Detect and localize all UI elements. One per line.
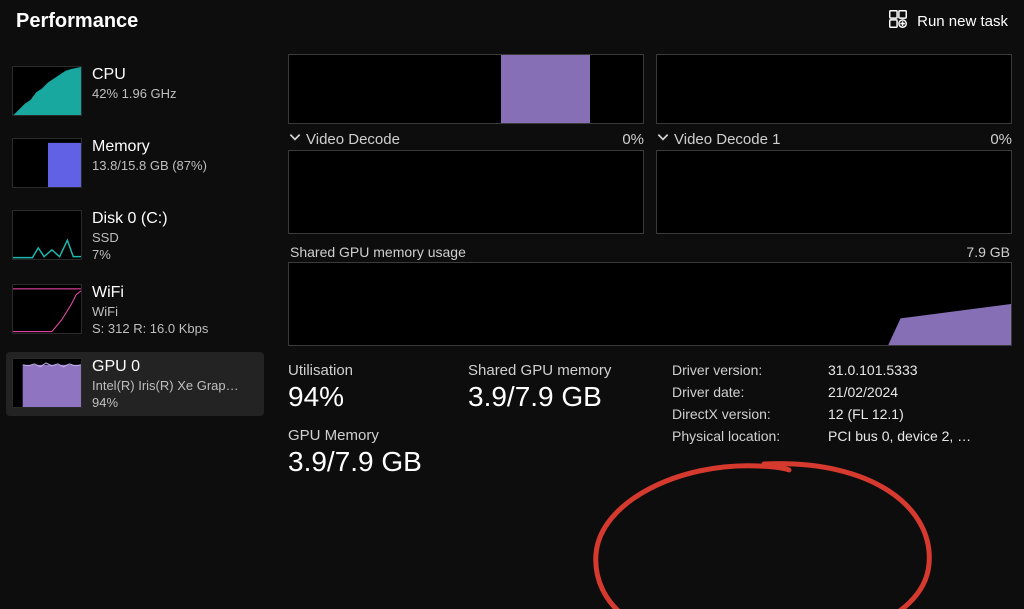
chevron-down-icon[interactable] (288, 130, 302, 148)
stat-util-label: Utilisation (288, 362, 458, 379)
chart-video-decode-graph (288, 150, 644, 234)
stat-shared-value: 3.9/7.9 GB (468, 381, 658, 413)
detail-value: 21/02/2024 (828, 384, 971, 400)
sidebar-item-sub2: 7% (92, 247, 168, 262)
disk-thumb (12, 210, 82, 260)
shared-gpu-max: 7.9 GB (966, 244, 1010, 260)
chart-pct: 0% (990, 131, 1012, 148)
detail-label: Driver date: (672, 384, 812, 400)
gpu-thumb (12, 358, 82, 408)
cpu-thumb (12, 66, 82, 116)
wifi-thumb (12, 284, 82, 334)
sidebar-item-title: WiFi (92, 284, 208, 302)
sidebar-item-title: Disk 0 (C:) (92, 210, 168, 228)
gpu-detail-panel: Video Decode 0% Video Decode 1 (270, 54, 1024, 609)
chart-pct: 0% (622, 131, 644, 148)
chart-label[interactable]: Video Decode (306, 131, 400, 148)
detail-label: Driver version: (672, 362, 812, 378)
chart-copy-graph (656, 54, 1012, 124)
gpu-details-table: Driver version: 31.0.101.5333 Driver dat… (672, 362, 971, 444)
run-new-task-button[interactable]: Run new task (887, 8, 1008, 34)
stat-gpumem-value: 3.9/7.9 GB (288, 446, 458, 478)
sidebar: CPU 42% 1.96 GHz Memory 13.8/15.8 GB (87… (0, 54, 270, 609)
sidebar-item-sub: 42% 1.96 GHz (92, 86, 177, 101)
sidebar-item-disk[interactable]: Disk 0 (C:) SSD 7% (6, 204, 264, 268)
shared-gpu-graph (288, 262, 1012, 346)
detail-value: 31.0.101.5333 (828, 362, 971, 378)
page-title: Performance (16, 10, 138, 33)
sidebar-item-title: GPU 0 (92, 358, 239, 376)
sidebar-item-sub2: S: 312 R: 16.0 Kbps (92, 321, 208, 336)
detail-label: Physical location: (672, 428, 812, 444)
sidebar-item-gpu0[interactable]: GPU 0 Intel(R) Iris(R) Xe Grap… 94% (6, 352, 264, 416)
sidebar-item-sub: Intel(R) Iris(R) Xe Grap… (92, 378, 239, 393)
sidebar-item-cpu[interactable]: CPU 42% 1.96 GHz (6, 60, 264, 122)
sidebar-item-sub2: 94% (92, 395, 239, 410)
sidebar-item-memory[interactable]: Memory 13.8/15.8 GB (87%) (6, 132, 264, 194)
chart-label[interactable]: Video Decode 1 (674, 131, 780, 148)
stat-shared-label: Shared GPU memory (468, 362, 658, 379)
sidebar-item-title: Memory (92, 138, 207, 156)
shared-gpu-label: Shared GPU memory usage (290, 244, 466, 260)
run-task-icon (887, 8, 909, 34)
sidebar-item-sub: WiFi (92, 304, 208, 319)
stat-gpumem-label: GPU Memory (288, 427, 458, 444)
sidebar-item-wifi[interactable]: WiFi WiFi S: 312 R: 16.0 Kbps (6, 278, 264, 342)
stat-util-value: 94% (288, 381, 458, 413)
detail-value: PCI bus 0, device 2, … (828, 428, 971, 444)
detail-value: 12 (FL 12.1) (828, 406, 971, 422)
chevron-down-icon[interactable] (656, 130, 670, 148)
sidebar-item-sub: 13.8/15.8 GB (87%) (92, 158, 207, 173)
chart-video-decode1-graph (656, 150, 1012, 234)
memory-thumb (12, 138, 82, 188)
chart-3d-graph (288, 54, 644, 124)
run-task-label: Run new task (917, 13, 1008, 30)
sidebar-item-title: CPU (92, 66, 177, 84)
detail-label: DirectX version: (672, 406, 812, 422)
sidebar-item-sub: SSD (92, 230, 168, 245)
